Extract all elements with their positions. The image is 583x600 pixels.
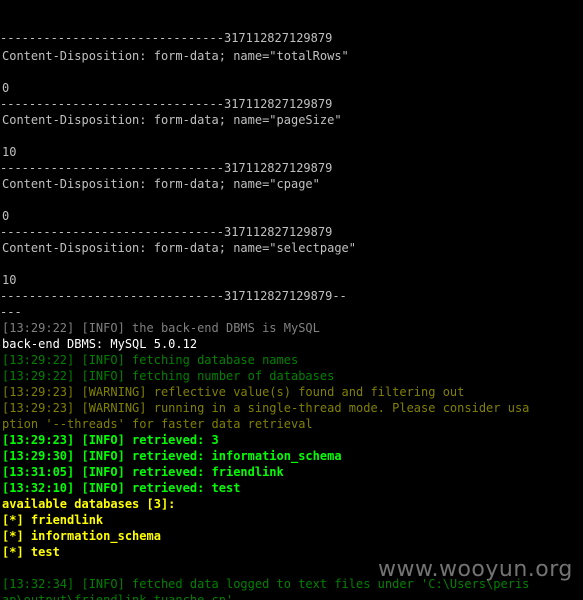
console-line: [13:29:23] [WARNING] running in a single… xyxy=(2,401,530,415)
console-line: 10 xyxy=(2,145,17,159)
console-line: 0 xyxy=(2,209,10,223)
console-line: [13:29:22] [INFO] fetching number of dat… xyxy=(2,369,335,383)
console-line: [13:32:34] [INFO] fetched data logged to… xyxy=(2,577,530,591)
console-line: [13:29:22] [INFO] fetching database name… xyxy=(2,353,299,367)
console-line: ption '--threads' for faster data retrie… xyxy=(2,417,313,431)
console-line: 0 xyxy=(2,81,10,95)
console-window[interactable]: -------------------------------317112827… xyxy=(0,0,583,600)
console-line: Content-Disposition: form-data; name="to… xyxy=(2,49,349,63)
console-line: available databases [3]: xyxy=(2,497,176,511)
console-line: Content-Disposition: form-data; name="pa… xyxy=(2,113,342,127)
console-line: [*] information_schema xyxy=(2,529,161,543)
console-line: [*] test xyxy=(2,545,60,559)
console-line: Content-Disposition: form-data; name="cp… xyxy=(2,177,320,191)
console-line: [13:32:10] [INFO] retrieved: test xyxy=(2,481,241,495)
console-line: --- xyxy=(0,305,22,319)
console-line: back-end DBMS: MySQL 5.0.12 xyxy=(2,337,198,351)
console-line: ap\output\friendlink.tuanche.cn' xyxy=(2,593,234,600)
console-line: [13:29:30] [INFO] retrieved: information… xyxy=(2,449,342,463)
console-line: [13:31:05] [INFO] retrieved: friendlink xyxy=(2,465,284,479)
console-line: [13:29:23] [WARNING] reflective value(s)… xyxy=(2,385,465,399)
console-line: -------------------------------317112827… xyxy=(0,97,333,111)
console-line: -------------------------------317112827… xyxy=(0,161,333,175)
console-line: 10 xyxy=(2,273,17,287)
console-line: -------------------------------317112827… xyxy=(0,31,333,45)
console-line: Content-Disposition: form-data; name="se… xyxy=(2,241,357,255)
console-line: -------------------------------317112827… xyxy=(0,225,333,239)
console-line: [*] friendlink xyxy=(2,513,104,527)
console-line: [13:29:23] [INFO] retrieved: 3 xyxy=(2,433,219,447)
console-line: -------------------------------317112827… xyxy=(0,289,347,303)
console-line: [13:29:22] [INFO] the back-end DBMS is M… xyxy=(2,321,320,335)
